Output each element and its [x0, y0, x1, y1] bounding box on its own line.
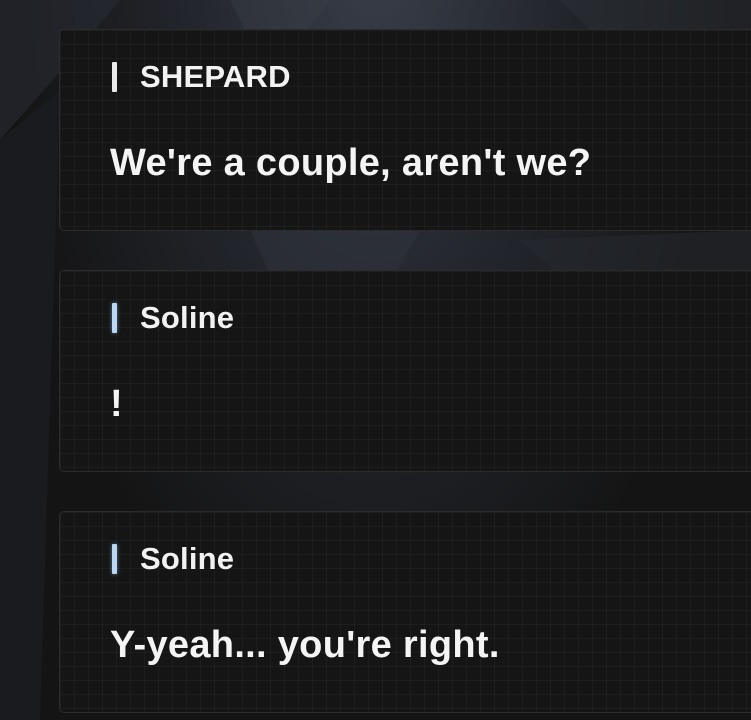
game-scene: SHEPARD We're a couple, aren't we? Solin… [0, 0, 751, 720]
speaker-row: Soline [112, 300, 235, 335]
speaker-marker [112, 303, 117, 333]
dialog-entry[interactable]: Soline ! [59, 270, 751, 472]
dialog-entry[interactable]: SHEPARD We're a couple, aren't we? [59, 29, 751, 231]
speaker-marker [112, 544, 117, 574]
dialog-text: We're a couple, aren't we? [110, 142, 592, 184]
dialog-text: Y-yeah... you're right. [110, 624, 500, 666]
speaker-marker [112, 62, 117, 92]
speaker-row: SHEPARD [112, 59, 291, 94]
speaker-row: Soline [112, 541, 235, 576]
speaker-name: SHEPARD [140, 59, 291, 94]
dialog-log: SHEPARD We're a couple, aren't we? Solin… [59, 29, 751, 720]
dialog-entry[interactable]: Soline Y-yeah... you're right. [59, 511, 751, 713]
speaker-name: Soline [140, 541, 235, 576]
dialog-text: ! [110, 383, 123, 425]
speaker-name: Soline [140, 300, 235, 335]
